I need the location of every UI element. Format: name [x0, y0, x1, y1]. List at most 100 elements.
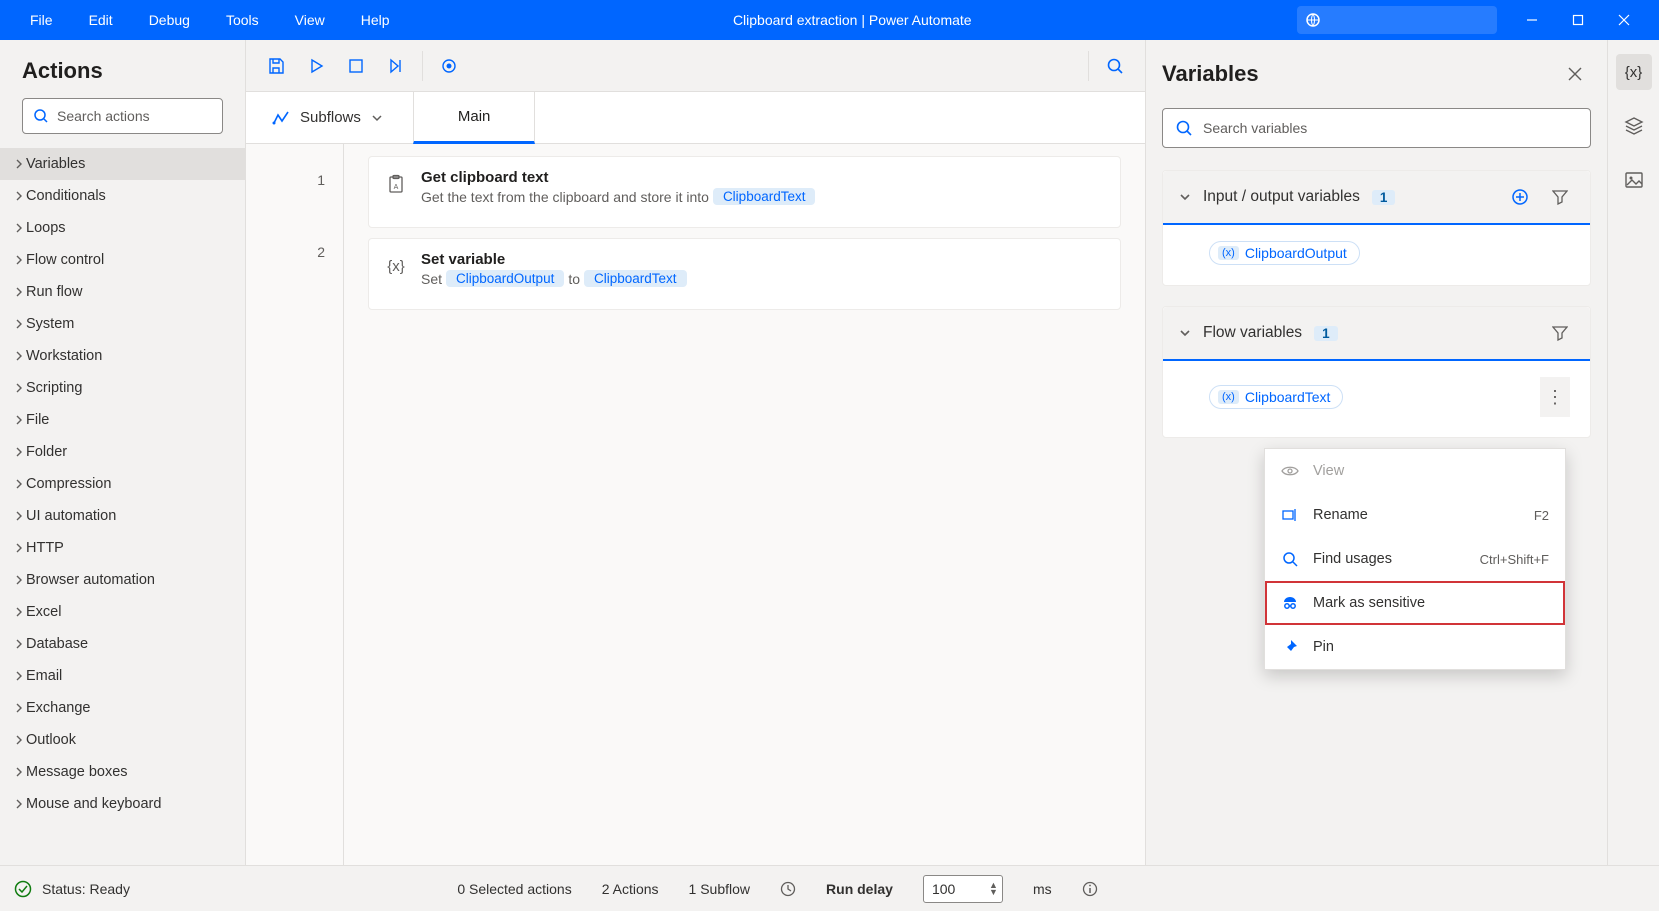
close-variables-button[interactable]	[1559, 58, 1591, 90]
image-icon	[1624, 170, 1644, 190]
chevron-right-icon	[14, 447, 24, 457]
search-actions-input[interactable]: Search actions	[22, 98, 223, 134]
action-cat-folder[interactable]: Folder	[0, 436, 245, 468]
line-number: 1	[246, 144, 343, 216]
ctx-rename[interactable]: Rename F2	[1265, 493, 1565, 537]
filter-button[interactable]	[1546, 319, 1574, 347]
add-variable-button[interactable]	[1506, 183, 1534, 211]
step-set-variable[interactable]: {x} Set variable Set ClipboardOutput to …	[368, 238, 1121, 310]
subflows-dropdown[interactable]: Subflows	[262, 109, 393, 127]
search-icon	[1106, 57, 1124, 75]
action-cat-run-flow[interactable]: Run flow	[0, 276, 245, 308]
rename-icon	[1281, 506, 1299, 524]
title-bar: File Edit Debug Tools View Help Clipboar…	[0, 0, 1659, 40]
io-variables-header[interactable]: Input / output variables 1	[1163, 171, 1590, 225]
rail-variables-button[interactable]: {x}	[1616, 54, 1652, 90]
step-button[interactable]	[378, 48, 414, 84]
action-cat-workstation[interactable]: Workstation	[0, 340, 245, 372]
toolbar-divider	[1088, 51, 1089, 81]
spinner-buttons[interactable]: ▲▼	[989, 882, 998, 896]
search-icon	[33, 108, 49, 124]
menu-tools[interactable]: Tools	[208, 0, 277, 40]
filter-button[interactable]	[1546, 183, 1574, 211]
action-cat-excel[interactable]: Excel	[0, 596, 245, 628]
variable-pill-clipboard-text[interactable]: (x) ClipboardText	[1209, 385, 1343, 409]
action-cat-compression[interactable]: Compression	[0, 468, 245, 500]
status-subflow: 1 Subflow	[689, 881, 750, 897]
flow-variables-header[interactable]: Flow variables 1	[1163, 307, 1590, 361]
action-cat-email[interactable]: Email	[0, 660, 245, 692]
step-get-clipboard-text[interactable]: A Get clipboard text Get the text from t…	[368, 156, 1121, 228]
action-cat-system[interactable]: System	[0, 308, 245, 340]
ctx-mark-sensitive[interactable]: Mark as sensitive	[1265, 581, 1565, 625]
actions-header: Actions	[0, 40, 245, 94]
stop-icon	[349, 59, 363, 73]
record-button[interactable]	[431, 48, 467, 84]
variable-more-button[interactable]: ⋮	[1540, 377, 1570, 417]
search-actions-placeholder: Search actions	[57, 108, 150, 124]
save-icon	[267, 57, 285, 75]
actions-panel: Actions Search actions Variables Conditi…	[0, 40, 246, 865]
menu-debug[interactable]: Debug	[131, 0, 208, 40]
status-actions: 2 Actions	[602, 881, 659, 897]
action-cat-http[interactable]: HTTP	[0, 532, 245, 564]
menu-edit[interactable]: Edit	[71, 0, 131, 40]
action-cat-message-boxes[interactable]: Message boxes	[0, 756, 245, 788]
variable-icon: (x)	[1218, 246, 1239, 260]
action-cat-browser-automation[interactable]: Browser automation	[0, 564, 245, 596]
rail-images-button[interactable]	[1616, 162, 1652, 198]
chevron-right-icon	[14, 799, 24, 809]
action-cat-outlook[interactable]: Outlook	[0, 724, 245, 756]
ctx-pin[interactable]: Pin	[1265, 625, 1565, 669]
save-button[interactable]	[258, 48, 294, 84]
ctx-view[interactable]: View	[1265, 449, 1565, 493]
user-account-area[interactable]	[1297, 6, 1497, 34]
actions-category-list[interactable]: Variables Conditionals Loops Flow contro…	[0, 148, 245, 865]
eye-icon	[1281, 462, 1299, 480]
action-cat-database[interactable]: Database	[0, 628, 245, 660]
chevron-right-icon	[14, 703, 24, 713]
action-cat-ui-automation[interactable]: UI automation	[0, 500, 245, 532]
action-cat-exchange[interactable]: Exchange	[0, 692, 245, 724]
chevron-right-icon	[14, 383, 24, 393]
chevron-right-icon	[14, 191, 24, 201]
ctx-find-usages[interactable]: Find usages Ctrl+Shift+F	[1265, 537, 1565, 581]
chevron-down-icon	[1179, 191, 1191, 203]
maximize-button[interactable]	[1555, 0, 1601, 40]
action-cat-scripting[interactable]: Scripting	[0, 372, 245, 404]
action-cat-file[interactable]: File	[0, 404, 245, 436]
variable-chip: ClipboardText	[713, 188, 816, 205]
close-button[interactable]	[1601, 0, 1647, 40]
tab-main[interactable]: Main	[413, 92, 536, 144]
variable-icon: (x)	[1218, 390, 1239, 404]
chevron-right-icon	[14, 767, 24, 777]
action-cat-mouse-keyboard[interactable]: Mouse and keyboard	[0, 788, 245, 820]
action-cat-flow-control[interactable]: Flow control	[0, 244, 245, 276]
rail-ui-elements-button[interactable]	[1616, 108, 1652, 144]
search-variables-input[interactable]: Search variables	[1162, 108, 1591, 148]
menu-help[interactable]: Help	[343, 0, 408, 40]
search-variables-placeholder: Search variables	[1203, 120, 1307, 136]
menu-view[interactable]: View	[277, 0, 343, 40]
status-selected: 0 Selected actions	[457, 881, 571, 897]
action-cat-variables[interactable]: Variables	[0, 148, 245, 180]
action-cat-conditionals[interactable]: Conditionals	[0, 180, 245, 212]
stop-button[interactable]	[338, 48, 374, 84]
chevron-right-icon	[14, 639, 24, 649]
flow-variables-count: 1	[1314, 326, 1338, 341]
ctx-shortcut: Ctrl+Shift+F	[1480, 552, 1549, 567]
chevron-right-icon	[14, 479, 24, 489]
search-flow-button[interactable]	[1097, 48, 1133, 84]
run-button[interactable]	[298, 48, 334, 84]
variable-chip: ClipboardOutput	[446, 270, 564, 287]
action-cat-loops[interactable]: Loops	[0, 212, 245, 244]
line-gutter: 1 2	[246, 144, 344, 865]
variable-pill-clipboard-output[interactable]: (x) ClipboardOutput	[1209, 241, 1360, 265]
menu-file[interactable]: File	[12, 0, 71, 40]
run-delay-input[interactable]: 100 ▲▼	[923, 875, 1003, 903]
variables-panel: Variables Search variables Input / outpu…	[1145, 40, 1607, 865]
minimize-button[interactable]	[1509, 0, 1555, 40]
ctx-shortcut: F2	[1534, 508, 1549, 523]
svg-text:A: A	[394, 184, 399, 191]
chevron-right-icon	[14, 671, 24, 681]
